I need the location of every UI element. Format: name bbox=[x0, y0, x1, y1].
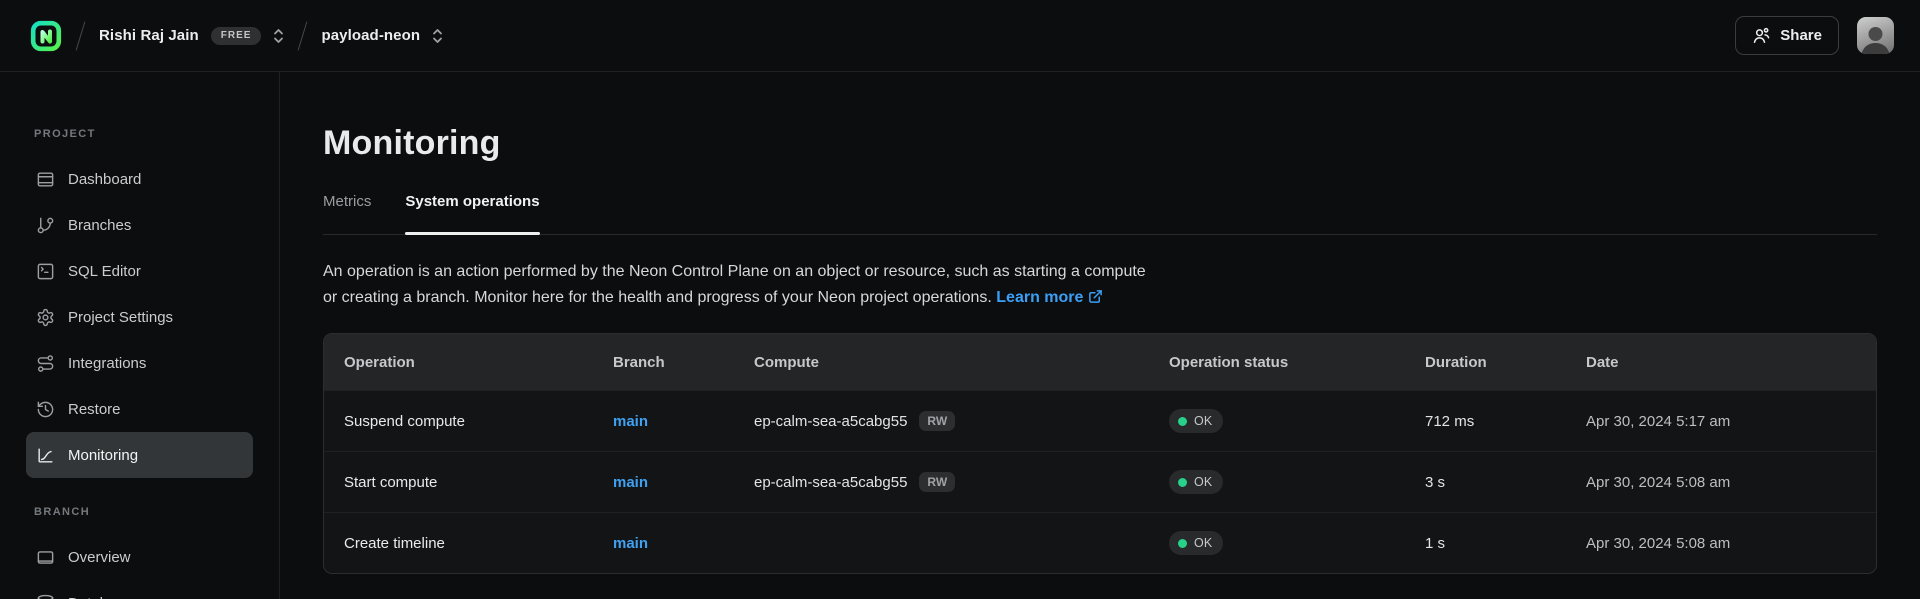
terminal-icon bbox=[36, 262, 55, 281]
gear-icon bbox=[36, 308, 55, 327]
compute-endpoint: ep-calm-sea-a5cabg55 bbox=[754, 474, 907, 491]
sidebar-item-project-settings[interactable]: Project Settings bbox=[26, 294, 253, 340]
sidebar-item-integrations[interactable]: Integrations bbox=[26, 340, 253, 386]
main-content: Monitoring Metrics System operations An … bbox=[280, 72, 1920, 599]
window-icon bbox=[36, 548, 55, 567]
sidebar-item-label: Integrations bbox=[68, 355, 146, 372]
col-header-branch: Branch bbox=[613, 354, 754, 371]
duration-cell: 1 s bbox=[1425, 535, 1586, 552]
compute-endpoint: ep-calm-sea-a5cabg55 bbox=[754, 413, 907, 430]
duration-cell: 3 s bbox=[1425, 474, 1586, 491]
sidebar-item-sql-editor[interactable]: SQL Editor bbox=[26, 248, 253, 294]
share-label: Share bbox=[1780, 27, 1822, 44]
dashboard-icon bbox=[36, 170, 55, 189]
col-header-compute: Compute bbox=[754, 354, 1169, 371]
status-badge: OK bbox=[1169, 531, 1223, 555]
learn-more-link[interactable]: Learn more bbox=[996, 289, 1103, 306]
sidebar: PROJECT Dashboard Branches bbox=[0, 72, 280, 599]
sidebar-item-label: Overview bbox=[68, 549, 131, 566]
branch-link[interactable]: main bbox=[613, 413, 648, 430]
sidebar-section-branch: BRANCH bbox=[34, 506, 253, 518]
topbar-right: Share bbox=[1735, 16, 1894, 55]
external-link-icon bbox=[1088, 289, 1103, 304]
sidebar-item-label: Dashboard bbox=[68, 171, 141, 188]
breadcrumb-divider bbox=[76, 21, 86, 50]
table-row: Start compute main ep-calm-sea-a5cabg55 … bbox=[324, 451, 1876, 512]
branch-link[interactable]: main bbox=[613, 535, 648, 552]
operations-table: Operation Branch Compute Operation statu… bbox=[323, 333, 1877, 574]
chart-line-icon bbox=[36, 446, 55, 465]
chevron-updown-icon bbox=[273, 27, 284, 45]
tab-metrics[interactable]: Metrics bbox=[323, 193, 371, 234]
rw-badge: RW bbox=[919, 411, 955, 431]
org-switcher[interactable]: Rishi Raj Jain FREE bbox=[99, 27, 284, 45]
topbar: Rishi Raj Jain FREE payload-neon bbox=[0, 0, 1920, 72]
sidebar-item-overview[interactable]: Overview bbox=[26, 534, 253, 580]
sidebar-item-label: Project Settings bbox=[68, 309, 173, 326]
database-icon bbox=[36, 594, 55, 599]
git-branch-icon bbox=[36, 216, 55, 235]
compute-cell: ep-calm-sea-a5cabg55 RW bbox=[754, 472, 1169, 492]
description-line1: An operation is an action performed by t… bbox=[323, 263, 1146, 280]
breadcrumb-divider bbox=[298, 21, 308, 50]
org-name: Rishi Raj Jain bbox=[99, 27, 199, 44]
sidebar-item-label: Monitoring bbox=[68, 447, 138, 464]
status-badge: OK bbox=[1169, 470, 1223, 494]
status-dot-icon bbox=[1178, 539, 1187, 548]
status-badge: OK bbox=[1169, 409, 1223, 433]
col-header-duration: Duration bbox=[1425, 354, 1586, 371]
sidebar-item-dashboard[interactable]: Dashboard bbox=[26, 156, 253, 202]
sidebar-item-label: SQL Editor bbox=[68, 263, 141, 280]
sidebar-item-restore[interactable]: Restore bbox=[26, 386, 253, 432]
project-name: payload-neon bbox=[321, 27, 420, 44]
share-button[interactable]: Share bbox=[1735, 16, 1839, 55]
chevron-updown-icon bbox=[432, 27, 443, 45]
compute-cell: ep-calm-sea-a5cabg55 RW bbox=[754, 411, 1169, 431]
tab-system-operations[interactable]: System operations bbox=[405, 193, 539, 234]
history-icon bbox=[36, 400, 55, 419]
sidebar-item-label: Restore bbox=[68, 401, 121, 418]
date-cell: Apr 30, 2024 5:08 am bbox=[1586, 535, 1876, 552]
breadcrumb: Rishi Raj Jain FREE payload-neon bbox=[30, 20, 443, 52]
operation-cell: Start compute bbox=[324, 474, 613, 491]
col-header-date: Date bbox=[1586, 354, 1876, 371]
date-cell: Apr 30, 2024 5:08 am bbox=[1586, 474, 1876, 491]
sidebar-item-label: Branches bbox=[68, 217, 131, 234]
status-dot-icon bbox=[1178, 478, 1187, 487]
sidebar-item-monitoring[interactable]: Monitoring bbox=[26, 432, 253, 478]
date-cell: Apr 30, 2024 5:17 am bbox=[1586, 413, 1876, 430]
page-title: Monitoring bbox=[323, 124, 1877, 163]
operation-cell: Create timeline bbox=[324, 535, 613, 552]
rw-badge: RW bbox=[919, 472, 955, 492]
sidebar-item-label: Databases bbox=[68, 595, 140, 599]
route-icon bbox=[36, 354, 55, 373]
col-header-operation: Operation bbox=[324, 354, 613, 371]
table-header-row: Operation Branch Compute Operation statu… bbox=[324, 334, 1876, 390]
tab-bar: Metrics System operations bbox=[323, 193, 1877, 235]
project-switcher[interactable]: payload-neon bbox=[321, 27, 443, 45]
table-row: Create timeline main OK 1 s Apr 30, 2024… bbox=[324, 512, 1876, 573]
table-row: Suspend compute main ep-calm-sea-a5cabg5… bbox=[324, 390, 1876, 451]
neon-logo-icon[interactable] bbox=[30, 20, 62, 52]
users-icon bbox=[1752, 26, 1771, 45]
operation-cell: Suspend compute bbox=[324, 413, 613, 430]
col-header-operation-status: Operation status bbox=[1169, 354, 1425, 371]
sidebar-item-branches[interactable]: Branches bbox=[26, 202, 253, 248]
description-line2: or creating a branch. Monitor here for t… bbox=[323, 289, 992, 306]
duration-cell: 712 ms bbox=[1425, 413, 1586, 430]
description-text: An operation is an action performed by t… bbox=[323, 259, 1153, 311]
branch-link[interactable]: main bbox=[613, 474, 648, 491]
sidebar-section-project: PROJECT bbox=[34, 128, 253, 140]
sidebar-item-databases[interactable]: Databases bbox=[26, 580, 253, 599]
status-dot-icon bbox=[1178, 417, 1187, 426]
plan-badge: FREE bbox=[211, 27, 262, 45]
user-avatar[interactable] bbox=[1857, 17, 1894, 54]
